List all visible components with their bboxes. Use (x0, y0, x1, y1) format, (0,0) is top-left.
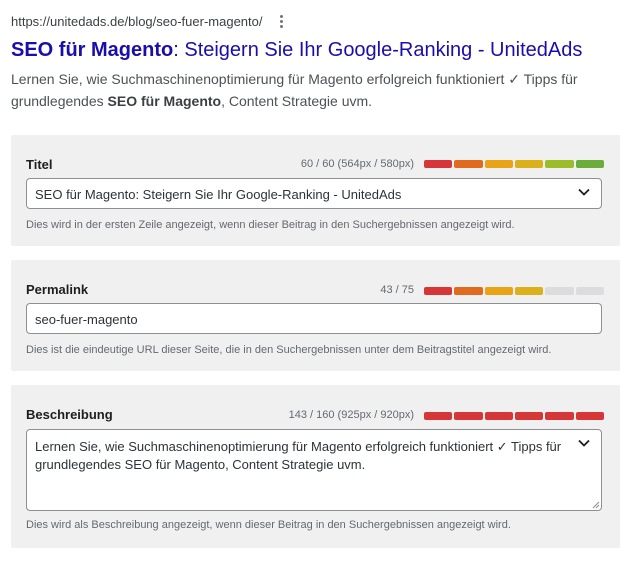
title-label: Titel (26, 157, 53, 172)
meter-segment (454, 412, 483, 420)
serp-description-keyword: SEO für Magento (107, 93, 222, 109)
meter-segment (454, 160, 483, 168)
permalink-help-text: Dies ist die eindeutige URL dieser Seite… (26, 344, 552, 356)
title-input-value: SEO für Magento: Steigern Sie Ihr Google… (35, 187, 402, 202)
more-options-icon[interactable] (277, 14, 287, 28)
permalink-length-meter (424, 287, 604, 295)
meter-segment (514, 287, 544, 295)
meter-segment (484, 160, 513, 168)
title-card: Titel 60 / 60 (564px / 580px) SEO für Ma… (11, 135, 620, 246)
serp-url: https://unitedads.de/blog/seo-fuer-magen… (11, 13, 263, 29)
permalink-input-value: seo-fuer-magento (35, 312, 138, 327)
meter-segment (545, 287, 574, 295)
description-input-value: Lernen Sie, wie Suchmaschinenoptimierung… (35, 439, 562, 472)
title-help-text: Dies wird in der ersten Zeile angezeigt,… (26, 219, 515, 231)
description-help-text: Dies wird als Beschreibung angezeigt, we… (26, 519, 511, 531)
permalink-card-header: Permalink 43 / 75 (26, 282, 604, 302)
meter-segment (424, 287, 453, 295)
description-card-header: Beschreibung 143 / 160 (925px / 920px) (26, 407, 604, 427)
description-length-meter (424, 412, 604, 420)
serp-title-keyword: SEO für Magento (11, 39, 174, 61)
permalink-label: Permalink (26, 282, 89, 297)
description-card: Beschreibung 143 / 160 (925px / 920px) L… (11, 385, 620, 548)
meter-segment (424, 412, 453, 420)
serp-title-link[interactable]: SEO für Magento: Steigern Sie Ihr Google… (11, 37, 621, 63)
description-textarea[interactable]: Lernen Sie, wie Suchmaschinenoptimierung… (26, 429, 602, 511)
description-label: Beschreibung (26, 407, 113, 422)
meter-segment (484, 412, 513, 420)
title-field[interactable]: SEO für Magento: Steigern Sie Ihr Google… (26, 178, 602, 209)
meter-segment (545, 412, 574, 420)
resize-handle-icon[interactable] (592, 501, 600, 509)
meter-segment (545, 160, 574, 168)
permalink-card: Permalink 43 / 75 seo-fuer-magento Dies … (11, 260, 620, 371)
serp-description-post: , Content Strategie uvm. (221, 93, 373, 109)
meter-segment (454, 287, 483, 295)
title-card-header: Titel 60 / 60 (564px / 580px) (26, 157, 604, 177)
meter-segment (575, 287, 604, 295)
serp-title-rest: : Steigern Sie Ihr Google-Ranking - Unit… (173, 39, 583, 61)
serp-description-line1: Lernen Sie, wie Suchmaschinenoptimierung… (11, 71, 578, 87)
description-counter: 143 / 160 (925px / 920px) (288, 409, 414, 421)
serp-description: Lernen Sie, wie Suchmaschinenoptimierung… (11, 68, 621, 112)
chevron-down-icon[interactable] (578, 188, 590, 196)
meter-segment (575, 160, 604, 168)
meter-segment (575, 412, 604, 420)
permalink-field[interactable]: seo-fuer-magento (26, 303, 602, 334)
chevron-down-icon[interactable] (578, 439, 590, 447)
serp-preview: https://unitedads.de/blog/seo-fuer-magen… (11, 12, 621, 112)
serp-description-pre: grundlegendes (11, 93, 108, 109)
title-length-meter (424, 160, 604, 168)
meter-segment (484, 287, 513, 295)
title-counter: 60 / 60 (564px / 580px) (300, 158, 414, 170)
meter-segment (424, 160, 453, 168)
serp-url-row: https://unitedads.de/blog/seo-fuer-magen… (11, 12, 621, 30)
permalink-counter: 43 / 75 (380, 284, 414, 296)
meter-segment (514, 412, 544, 420)
meter-segment (514, 160, 544, 168)
